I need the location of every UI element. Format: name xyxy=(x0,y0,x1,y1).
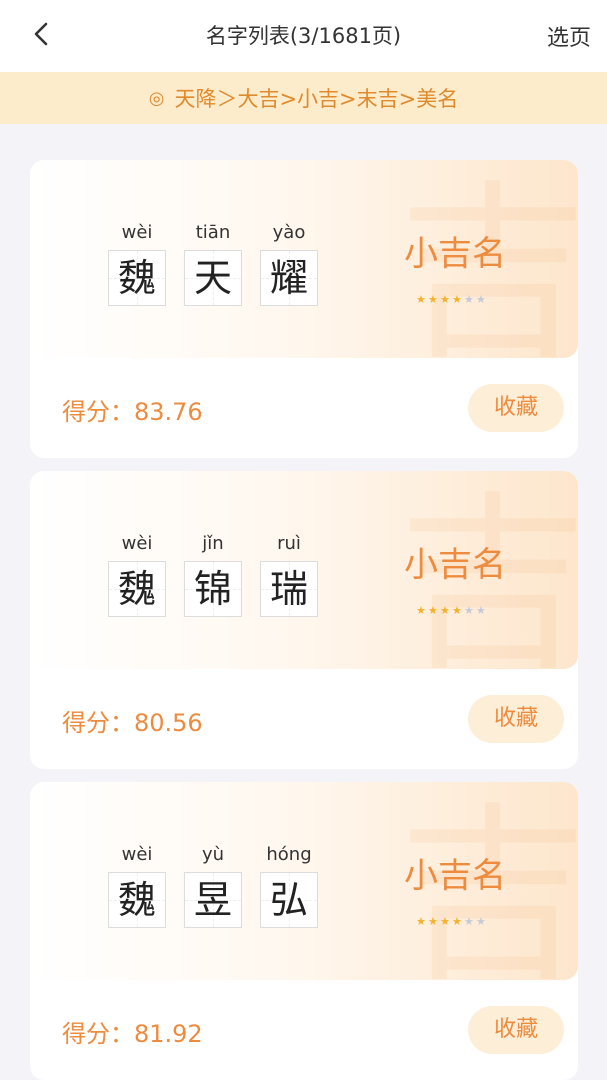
grade-label: 小吉名 xyxy=(404,234,506,274)
grade-order-banner: ◎ 天降＞大吉>小吉>末吉>美名 xyxy=(0,72,607,124)
score-text: 得分：83.76 xyxy=(62,398,203,426)
character: 天 xyxy=(193,256,232,300)
character-box: 耀 xyxy=(260,250,318,306)
grade-label: 小吉名 xyxy=(404,545,506,585)
star-rating: ★ ★ ★ ★ ★ ★ xyxy=(416,605,488,616)
pinyin: wèi xyxy=(121,533,153,554)
star-rating: ★ ★ ★ ★ ★ ★ xyxy=(416,916,488,927)
favorite-button[interactable]: 收藏 xyxy=(468,1006,564,1054)
star-filled-icon: ★ xyxy=(416,293,426,306)
character: 魏 xyxy=(117,256,156,300)
name-card-header: 吉 wèi 魏 jǐn 锦 ruì 瑞 小吉名 ★ ★ ★ ★ ★ ★ xyxy=(30,471,578,669)
star-filled-icon: ★ xyxy=(440,293,450,306)
pinyin: yào xyxy=(272,222,306,243)
grade-label: 小吉名 xyxy=(404,856,506,896)
character-box: 魏 xyxy=(108,250,166,306)
star-empty-icon: ★ xyxy=(464,293,474,306)
char-column: wèi 魏 xyxy=(108,220,166,306)
star-empty-icon: ★ xyxy=(464,604,474,617)
pinyin: jǐn xyxy=(202,533,224,554)
star-empty-icon: ★ xyxy=(476,915,486,928)
name-characters: wèi 魏 jǐn 锦 ruì 瑞 xyxy=(108,531,336,617)
character-box: 瑞 xyxy=(260,561,318,617)
char-column: ruì 瑞 xyxy=(260,531,318,617)
name-card-header: 吉 wèi 魏 yù 昱 hóng 弘 小吉名 ★ ★ ★ ★ ★ ★ xyxy=(30,782,578,980)
star-filled-icon: ★ xyxy=(452,293,462,306)
name-characters: wèi 魏 yù 昱 hóng 弘 xyxy=(108,842,336,928)
character: 弘 xyxy=(269,878,308,922)
select-page-button[interactable]: 选页 xyxy=(547,20,591,52)
favorite-button[interactable]: 收藏 xyxy=(468,384,564,432)
pinyin: ruì xyxy=(277,533,301,554)
star-filled-icon: ★ xyxy=(440,604,450,617)
character-box: 锦 xyxy=(184,561,242,617)
name-characters: wèi 魏 tiān 天 yào 耀 xyxy=(108,220,336,306)
character-box: 昱 xyxy=(184,872,242,928)
name-card-header: 吉 wèi 魏 tiān 天 yào 耀 小吉名 ★ ★ ★ ★ ★ ★ xyxy=(30,160,578,358)
name-card[interactable]: 吉 wèi 魏 yù 昱 hóng 弘 小吉名 ★ ★ ★ ★ ★ ★ 得分：81.92 … xyxy=(30,782,578,1080)
pinyin: wèi xyxy=(121,844,153,865)
star-rating: ★ ★ ★ ★ ★ ★ xyxy=(416,294,488,305)
star-filled-icon: ★ xyxy=(428,915,438,928)
character-box: 弘 xyxy=(260,872,318,928)
character-box: 魏 xyxy=(108,561,166,617)
char-column: jǐn 锦 xyxy=(184,531,242,617)
score-text: 得分：81.92 xyxy=(62,1020,203,1048)
character-box: 天 xyxy=(184,250,242,306)
character: 魏 xyxy=(117,878,156,922)
target-icon: ◎ xyxy=(148,87,165,109)
char-column: yào 耀 xyxy=(260,220,318,306)
char-column: wèi 魏 xyxy=(108,842,166,928)
character: 魏 xyxy=(117,567,156,611)
top-bar: 名字列表(3/1681页) 选页 xyxy=(0,0,607,72)
name-card[interactable]: 吉 wèi 魏 tiān 天 yào 耀 小吉名 ★ ★ ★ ★ ★ ★ 得分：83.76… xyxy=(30,160,578,458)
pinyin: tiān xyxy=(195,222,231,243)
char-column: tiān 天 xyxy=(184,220,242,306)
star-empty-icon: ★ xyxy=(464,915,474,928)
star-empty-icon: ★ xyxy=(476,293,486,306)
star-filled-icon: ★ xyxy=(428,604,438,617)
character: 锦 xyxy=(193,567,232,611)
star-filled-icon: ★ xyxy=(416,604,426,617)
character: 瑞 xyxy=(269,567,308,611)
pinyin: yù xyxy=(201,844,225,865)
star-filled-icon: ★ xyxy=(428,293,438,306)
favorite-button[interactable]: 收藏 xyxy=(468,695,564,743)
char-column: yù 昱 xyxy=(184,842,242,928)
grade-order-text: 天降＞大吉>小吉>末吉>美名 xyxy=(174,87,459,111)
star-filled-icon: ★ xyxy=(452,915,462,928)
name-card[interactable]: 吉 wèi 魏 jǐn 锦 ruì 瑞 小吉名 ★ ★ ★ ★ ★ ★ 得分：80.56 … xyxy=(30,471,578,769)
score-text: 得分：80.56 xyxy=(62,709,203,737)
star-filled-icon: ★ xyxy=(416,915,426,928)
star-empty-icon: ★ xyxy=(476,604,486,617)
page-title: 名字列表(3/1681页) xyxy=(205,24,402,48)
character: 昱 xyxy=(193,878,232,922)
pinyin: wèi xyxy=(121,222,153,243)
star-filled-icon: ★ xyxy=(440,915,450,928)
star-filled-icon: ★ xyxy=(452,604,462,617)
character-box: 魏 xyxy=(108,872,166,928)
char-column: hóng 弘 xyxy=(260,842,318,928)
char-column: wèi 魏 xyxy=(108,531,166,617)
character: 耀 xyxy=(269,256,308,300)
pinyin: hóng xyxy=(266,844,312,865)
